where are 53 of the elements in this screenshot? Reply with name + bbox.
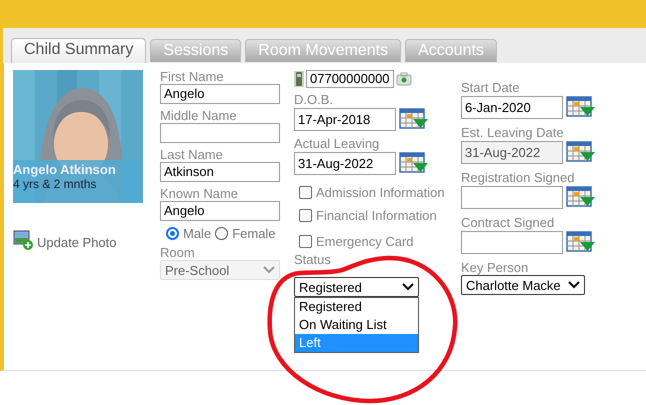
radio-button[interactable] <box>215 227 228 240</box>
tab[interactable]: Child Summary <box>11 38 146 63</box>
field-label: Last Name <box>160 148 223 162</box>
field-label: Room <box>160 246 195 260</box>
status-select[interactable]: Registered <box>294 277 419 297</box>
dropdown-option[interactable]: On Waiting List <box>295 316 418 334</box>
date-field[interactable] <box>461 230 563 254</box>
checkbox[interactable] <box>299 209 312 222</box>
child-name: Angelo Atkinson <box>13 162 117 177</box>
input-field[interactable]: Angelo <box>160 201 280 221</box>
input-field[interactable] <box>160 123 280 143</box>
checkbox-label: Financial Information <box>316 208 437 223</box>
child-age: 4 yrs & 2 mnths <box>13 177 98 191</box>
radio-label: Female <box>232 226 276 241</box>
caret-icon <box>263 266 275 274</box>
checkbox[interactable] <box>299 186 312 199</box>
field-label: Key Person <box>461 261 528 275</box>
calendar-icon[interactable] <box>566 95 596 119</box>
date-field[interactable] <box>461 186 563 208</box>
checkbox-label: Admission Information <box>316 185 445 200</box>
key-person-select[interactable]: Charlotte Macke <box>461 275 585 295</box>
calendar-icon[interactable] <box>566 140 596 164</box>
mobile-phone-icon <box>294 71 304 87</box>
field-label: Actual Leaving <box>294 137 380 151</box>
field-label: Middle Name <box>160 109 237 123</box>
field-label: Start Date <box>461 81 520 95</box>
checkbox[interactable] <box>299 235 312 248</box>
field-label: Status <box>294 253 331 267</box>
update-photo-link[interactable]: Update Photo <box>37 235 117 250</box>
date-field[interactable]: 17-Apr-2018 <box>294 108 396 130</box>
field-label: Contract Signed <box>461 216 554 230</box>
date-field[interactable]: 6-Jan-2020 <box>461 96 563 118</box>
caret-icon <box>568 281 580 289</box>
field-label: Registration Signed <box>461 171 574 185</box>
date-field[interactable]: 31-Aug-2022 <box>294 152 396 174</box>
caret-icon <box>402 283 414 291</box>
radio-label: Male <box>183 226 212 241</box>
radio-button[interactable] <box>166 227 179 240</box>
calendar-icon[interactable] <box>566 185 596 209</box>
photo-add-icon[interactable] <box>13 230 34 250</box>
checkbox-label: Emergency Card <box>316 234 414 249</box>
phone-field[interactable]: 07700000000 <box>306 70 394 88</box>
input-field[interactable]: Angelo <box>160 84 280 104</box>
field-label: D.O.B. <box>294 93 334 107</box>
input-field[interactable]: Atkinson <box>160 162 280 182</box>
add-phone-icon[interactable] <box>396 72 412 86</box>
dropdown-option[interactable]: Registered <box>295 298 418 316</box>
field-label: Est. Leaving Date <box>461 126 564 140</box>
calendar-icon[interactable] <box>399 151 429 175</box>
calendar-icon[interactable] <box>566 230 596 254</box>
field-label: First Name <box>160 70 224 84</box>
calendar-icon[interactable] <box>399 107 429 131</box>
field-label: Known Name <box>160 187 238 201</box>
